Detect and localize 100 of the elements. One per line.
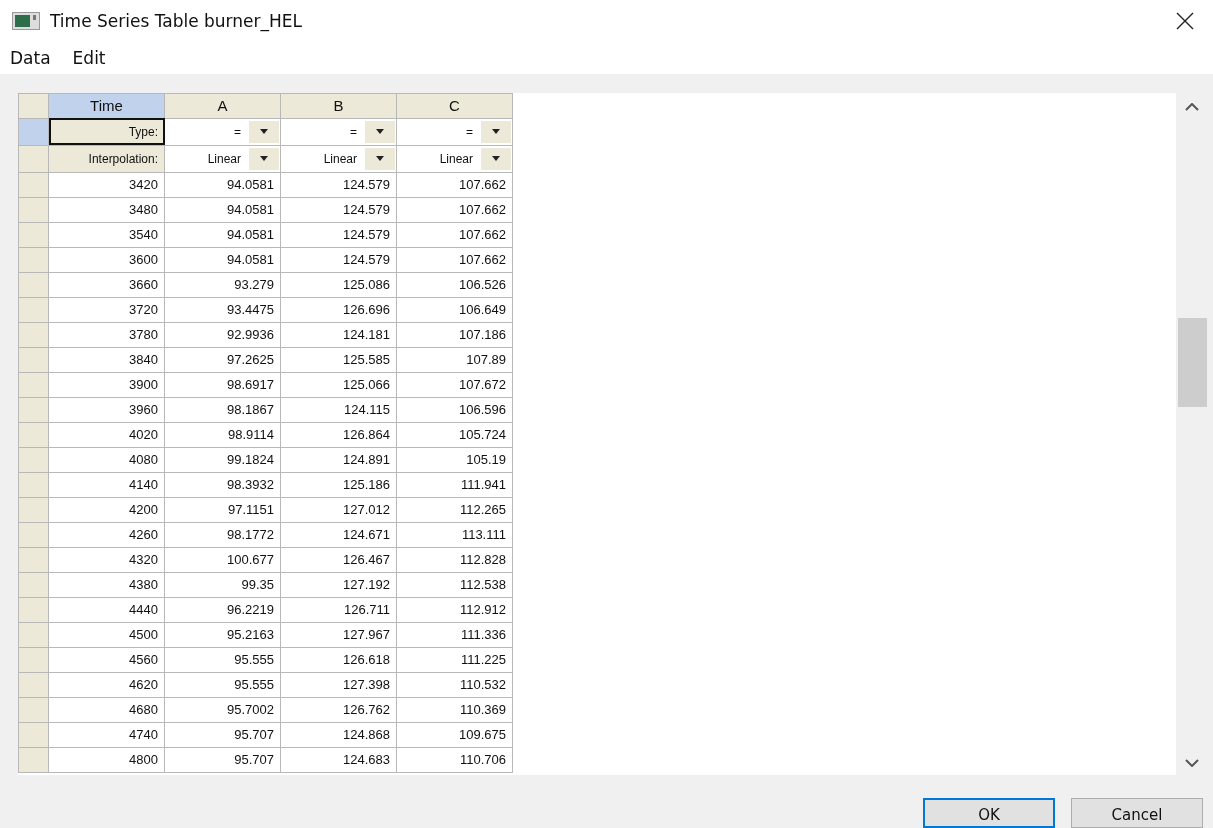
window-icon [12, 11, 40, 30]
row-header [18, 597, 49, 623]
table-cell: 107.662 [396, 172, 513, 198]
table-cell: 106.596 [396, 397, 513, 423]
table-cell: 110.369 [396, 697, 513, 723]
row-header [18, 397, 49, 423]
row-header [18, 722, 49, 748]
table-cell: 127.192 [280, 572, 397, 598]
table-cell: 4740 [48, 722, 165, 748]
table-cell: 124.181 [280, 322, 397, 348]
table-cell: 92.9936 [164, 322, 281, 348]
column-header[interactable]: B [280, 93, 397, 119]
table-cell: 125.186 [280, 472, 397, 498]
table-cell: 3420 [48, 172, 165, 198]
table-cell: 107.662 [396, 222, 513, 248]
table-cell: 97.2625 [164, 347, 281, 373]
scroll-up-icon[interactable] [1184, 102, 1199, 111]
row-header [18, 672, 49, 698]
column-header[interactable]: C [396, 93, 513, 119]
row-header [18, 272, 49, 298]
dialog-button[interactable]: OK [923, 798, 1055, 828]
table-cell: 95.707 [164, 722, 281, 748]
row-header [18, 372, 49, 398]
table-cell: 124.671 [280, 522, 397, 548]
table-cell: 125.066 [280, 372, 397, 398]
table-cell: 112.538 [396, 572, 513, 598]
row-header [18, 222, 49, 248]
table-cell: 127.398 [280, 672, 397, 698]
table-cell: 95.2163 [164, 622, 281, 648]
menu-item[interactable]: Edit [72, 47, 106, 68]
row-header [18, 747, 49, 773]
table-cell: 124.683 [280, 747, 397, 773]
table-cell: 124.868 [280, 722, 397, 748]
table-cell: 112.912 [396, 597, 513, 623]
table-cell: 107.186 [396, 322, 513, 348]
table-cell: 93.4475 [164, 297, 281, 323]
table-cell: 126.467 [280, 547, 397, 573]
table-cell: 3900 [48, 372, 165, 398]
table-cell: 94.0581 [164, 222, 281, 248]
table-cell: 98.1772 [164, 522, 281, 548]
row-header [18, 93, 49, 119]
table-cell: 126.762 [280, 697, 397, 723]
table-cell: 107.89 [396, 347, 513, 373]
table-cell: 3780 [48, 322, 165, 348]
table-cell: 95.707 [164, 747, 281, 773]
table-cell: 4320 [48, 547, 165, 573]
table-cell: 111.225 [396, 647, 513, 673]
table-cell: Interpolation: [48, 145, 165, 173]
row-header [18, 297, 49, 323]
table-cell: 95.7002 [164, 697, 281, 723]
table-cell: 95.555 [164, 672, 281, 698]
table-cell: 112.828 [396, 547, 513, 573]
row-header [18, 172, 49, 198]
table-cell: 126.711 [280, 597, 397, 623]
table-cell: 4380 [48, 572, 165, 598]
close-icon[interactable] [1175, 10, 1195, 31]
table-cell: 3720 [48, 297, 165, 323]
table-cell: 105.19 [396, 447, 513, 473]
table-cell: 94.0581 [164, 247, 281, 273]
caret-icon [492, 156, 500, 162]
scroll-down-icon[interactable] [1184, 759, 1199, 767]
scroll-thumb[interactable] [1178, 317, 1207, 407]
table-cell: 113.111 [396, 522, 513, 548]
table-cell: Type: [48, 118, 165, 146]
row-header[interactable] [18, 118, 49, 146]
menu-item[interactable]: Data [10, 47, 51, 68]
table-cell: 107.662 [396, 197, 513, 223]
row-header [18, 497, 49, 523]
dialog-button[interactable]: Cancel [1071, 798, 1203, 828]
row-header [18, 647, 49, 673]
table-cell: 3480 [48, 197, 165, 223]
table-cell: 124.115 [280, 397, 397, 423]
table-cell: 100.677 [164, 547, 281, 573]
table-cell: 3660 [48, 272, 165, 298]
table-cell: 107.662 [396, 247, 513, 273]
table-cell: 98.1867 [164, 397, 281, 423]
row-header [18, 572, 49, 598]
row-header[interactable] [18, 145, 49, 173]
row-header [18, 347, 49, 373]
table-cell: 4500 [48, 622, 165, 648]
row-header [18, 322, 49, 348]
caret-icon [492, 129, 500, 135]
table-cell: 106.649 [396, 297, 513, 323]
table-cell: 125.585 [280, 347, 397, 373]
table-cell: 4620 [48, 672, 165, 698]
table-cell: 4440 [48, 597, 165, 623]
row-header [18, 622, 49, 648]
table-cell: 111.941 [396, 472, 513, 498]
table-cell: 124.579 [280, 172, 397, 198]
table-cell: 107.672 [396, 372, 513, 398]
table-cell: 125.086 [280, 272, 397, 298]
table-cell: 4140 [48, 472, 165, 498]
row-header [18, 472, 49, 498]
table-cell: 3600 [48, 247, 165, 273]
row-header [18, 422, 49, 448]
table-cell: 4080 [48, 447, 165, 473]
column-header[interactable]: Time [48, 93, 165, 119]
table-cell: 126.618 [280, 647, 397, 673]
table-cell: 106.526 [396, 272, 513, 298]
column-header[interactable]: A [164, 93, 281, 119]
